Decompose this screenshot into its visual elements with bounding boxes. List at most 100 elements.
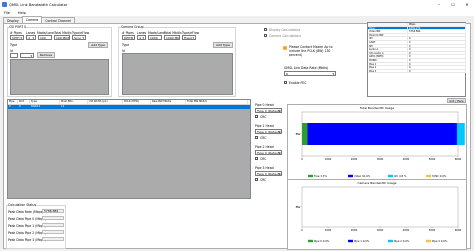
x-tick-label: 5000 bbox=[429, 157, 436, 161]
pipe2-crc-checkbox[interactable] bbox=[255, 157, 258, 160]
pipe0-crc-checkbox[interactable] bbox=[255, 115, 258, 118]
type-list[interactable] bbox=[10, 59, 109, 95]
mid-add-type-button[interactable]: Add Type bbox=[213, 42, 233, 48]
col-vid-width[interactable]: Vid Width (px) bbox=[88, 100, 123, 104]
col-port[interactable]: Port bbox=[18, 100, 30, 104]
pipe0-type-select[interactable]: Type 0 (Default) bbox=[255, 108, 282, 113]
menu-file[interactable]: File bbox=[0, 11, 14, 15]
csi-port-legend: CSI PORT 0 bbox=[9, 25, 27, 29]
col-raw-bw[interactable]: Raw BW Mbit/s bbox=[151, 100, 186, 104]
peak-pipe2-value bbox=[42, 230, 64, 234]
x-tick-label: 3000 bbox=[377, 228, 384, 232]
x-tick-label: 5000 bbox=[429, 228, 436, 232]
bar-segment-0 bbox=[302, 123, 308, 145]
tab-camera[interactable]: Camera bbox=[21, 16, 43, 23]
maximize-icon[interactable]: ☐ bbox=[446, 0, 460, 9]
menu-bar: File Help bbox=[0, 9, 474, 16]
pipe2-head-label: Pipe 2 Head bbox=[255, 145, 274, 149]
col-pclk[interactable]: PCLK (MHz) bbox=[123, 100, 151, 104]
col-total-bw[interactable]: Total BW Mbit/s bbox=[186, 100, 248, 104]
eflow-select[interactable]: Sync bbox=[72, 35, 86, 40]
x-tick-label: 1000 bbox=[325, 228, 332, 232]
mid-type-list[interactable] bbox=[122, 53, 233, 95]
pipe0-head-label: Pipe 0 Head bbox=[255, 103, 274, 107]
link-rate-label: GMSL Link Data Rate (Mbits) bbox=[284, 66, 329, 70]
mid-lanes-select[interactable]: 4 bbox=[137, 35, 146, 40]
link-rate-select[interactable]: 6 bbox=[284, 71, 336, 76]
col-pipe[interactable]: Pipe bbox=[8, 100, 18, 104]
x-tick-label: 6000 bbox=[455, 228, 462, 232]
mid-mode-lane-field[interactable]: 1000 bbox=[148, 35, 162, 40]
peak-pipe3-value bbox=[42, 237, 64, 241]
pipe3-crc-label: CRC bbox=[260, 178, 267, 182]
init-params-button[interactable]: Init / Pars bbox=[447, 98, 466, 103]
peak-pipe0-value bbox=[42, 216, 64, 220]
plot-area bbox=[301, 186, 459, 228]
x-tick-label: 0 bbox=[301, 157, 303, 161]
camera-bandwidth-chart: Camera Bandwidth Usage BW 0 1000 2000 3000 40… bbox=[287, 179, 467, 250]
x-tick-label: 4000 bbox=[403, 157, 410, 161]
enable-fec-checkbox[interactable] bbox=[284, 81, 287, 84]
add-type-button[interactable]: Add Type bbox=[88, 42, 108, 48]
x-tick-label: 4000 bbox=[403, 228, 410, 232]
table-row[interactable]: 0 0 RAW12 12 bbox=[8, 105, 250, 109]
mid-total-mbits-field[interactable]: 1000 Mbit/s bbox=[164, 35, 180, 40]
camera-group-legend: Camera Group bbox=[121, 25, 144, 29]
close-icon[interactable]: ✕ bbox=[460, 0, 474, 9]
display-calculations-checkbox[interactable] bbox=[264, 28, 267, 31]
pipe0-crc-label: CRC bbox=[260, 115, 267, 119]
id-type-select[interactable] bbox=[20, 53, 34, 58]
x-tick-label: 2000 bbox=[351, 228, 358, 232]
x-tick-label: 0 bbox=[301, 228, 303, 232]
results-row[interactable]: Pipe 3 0 bbox=[368, 69, 466, 74]
mode-lane-field[interactable]: 100 bbox=[38, 35, 52, 40]
legend-label-2: I2C 4.8 % bbox=[394, 174, 407, 178]
pipe3-head-label: Pipe 3 Head bbox=[255, 166, 274, 170]
remove-button[interactable]: Remove bbox=[37, 52, 55, 58]
total-bandwidth-chart: Total Bandwidth Usage BW 0 1000 2000 3000 400… bbox=[287, 104, 467, 189]
col-type[interactable]: Type bbox=[30, 100, 60, 104]
x-tick-label: 2000 bbox=[351, 157, 358, 161]
pipe1-crc-checkbox[interactable] bbox=[255, 136, 258, 139]
pipe3-crc-checkbox[interactable] bbox=[255, 178, 258, 181]
enable-fec-label: Enable FEC bbox=[289, 81, 307, 85]
pipe3-type-select[interactable]: Type 0 (Default) bbox=[255, 171, 282, 176]
peak-pipe1-value bbox=[42, 223, 64, 227]
contact-note: Please Contact Maxim Ap to include the P… bbox=[289, 45, 333, 57]
results-header-mbps: Mbps bbox=[408, 23, 466, 26]
phy-select[interactable]: CPHY bbox=[10, 35, 24, 40]
results-grid[interactable]: Mbps Total 6400.274 Video BW 5756.894 To… bbox=[367, 22, 466, 97]
legend-label-1: Video 91.6% bbox=[354, 174, 371, 178]
pipe1-head-label: Pipe 1 Head bbox=[255, 124, 274, 128]
menu-help[interactable]: Help bbox=[14, 11, 30, 15]
peak-pipe3-label: Peak Data Pipe 3 (Mbps) bbox=[8, 238, 46, 242]
title-bar: QMSL Link Bandwidth Calculator – ☐ ✕ bbox=[0, 0, 474, 9]
col-pixel-bits[interactable]: Pixel Bits bbox=[60, 100, 88, 104]
legend-swatch-1 bbox=[348, 174, 353, 178]
mid-phy-select[interactable]: DPHY bbox=[122, 35, 135, 40]
legend-swatch-3 bbox=[426, 239, 431, 243]
display-calculations-label: Display Calculations bbox=[269, 28, 301, 32]
minimize-icon[interactable]: – bbox=[432, 0, 446, 9]
x-tick-label: 6000 bbox=[455, 157, 462, 161]
window-title: QMSL Link Bandwidth Calculator bbox=[9, 2, 68, 7]
lanes-select[interactable]: 4 bbox=[26, 35, 36, 40]
pipe2-crc-label: CRC bbox=[260, 157, 267, 161]
pipe1-crc-label: CRC bbox=[260, 136, 267, 140]
pipe-table[interactable]: Pipe Port Type Pixel Bits Vid Width (px)… bbox=[7, 99, 251, 199]
camera-calculations-checkbox[interactable] bbox=[264, 34, 267, 37]
legend-swatch-2 bbox=[388, 239, 393, 243]
total-mbits-field[interactable]: 100 Mbit/s bbox=[54, 35, 70, 40]
pipe2-type-select[interactable]: Type 0 (Default) bbox=[255, 150, 282, 155]
mid-type-label: Type bbox=[122, 43, 130, 47]
category-label: BW bbox=[296, 205, 301, 209]
id-field[interactable] bbox=[10, 53, 18, 58]
mid-eflow-select[interactable]: Fixed bbox=[182, 35, 196, 40]
warning-icon bbox=[283, 46, 287, 50]
camera-bandwidth-svg: BW 0 1000 2000 3000 4000 5000 6000 Pipe 0 0.0% Pi… bbox=[296, 186, 462, 243]
legend-label-1: Pipe 1 0.0% bbox=[354, 239, 370, 243]
category-label: BW bbox=[296, 132, 301, 136]
pipe1-type-select[interactable]: Type 0 (Default) bbox=[255, 129, 282, 134]
app-window: QMSL Link Bandwidth Calculator – ☐ ✕ Fil… bbox=[0, 0, 474, 251]
app-icon bbox=[2, 2, 7, 7]
